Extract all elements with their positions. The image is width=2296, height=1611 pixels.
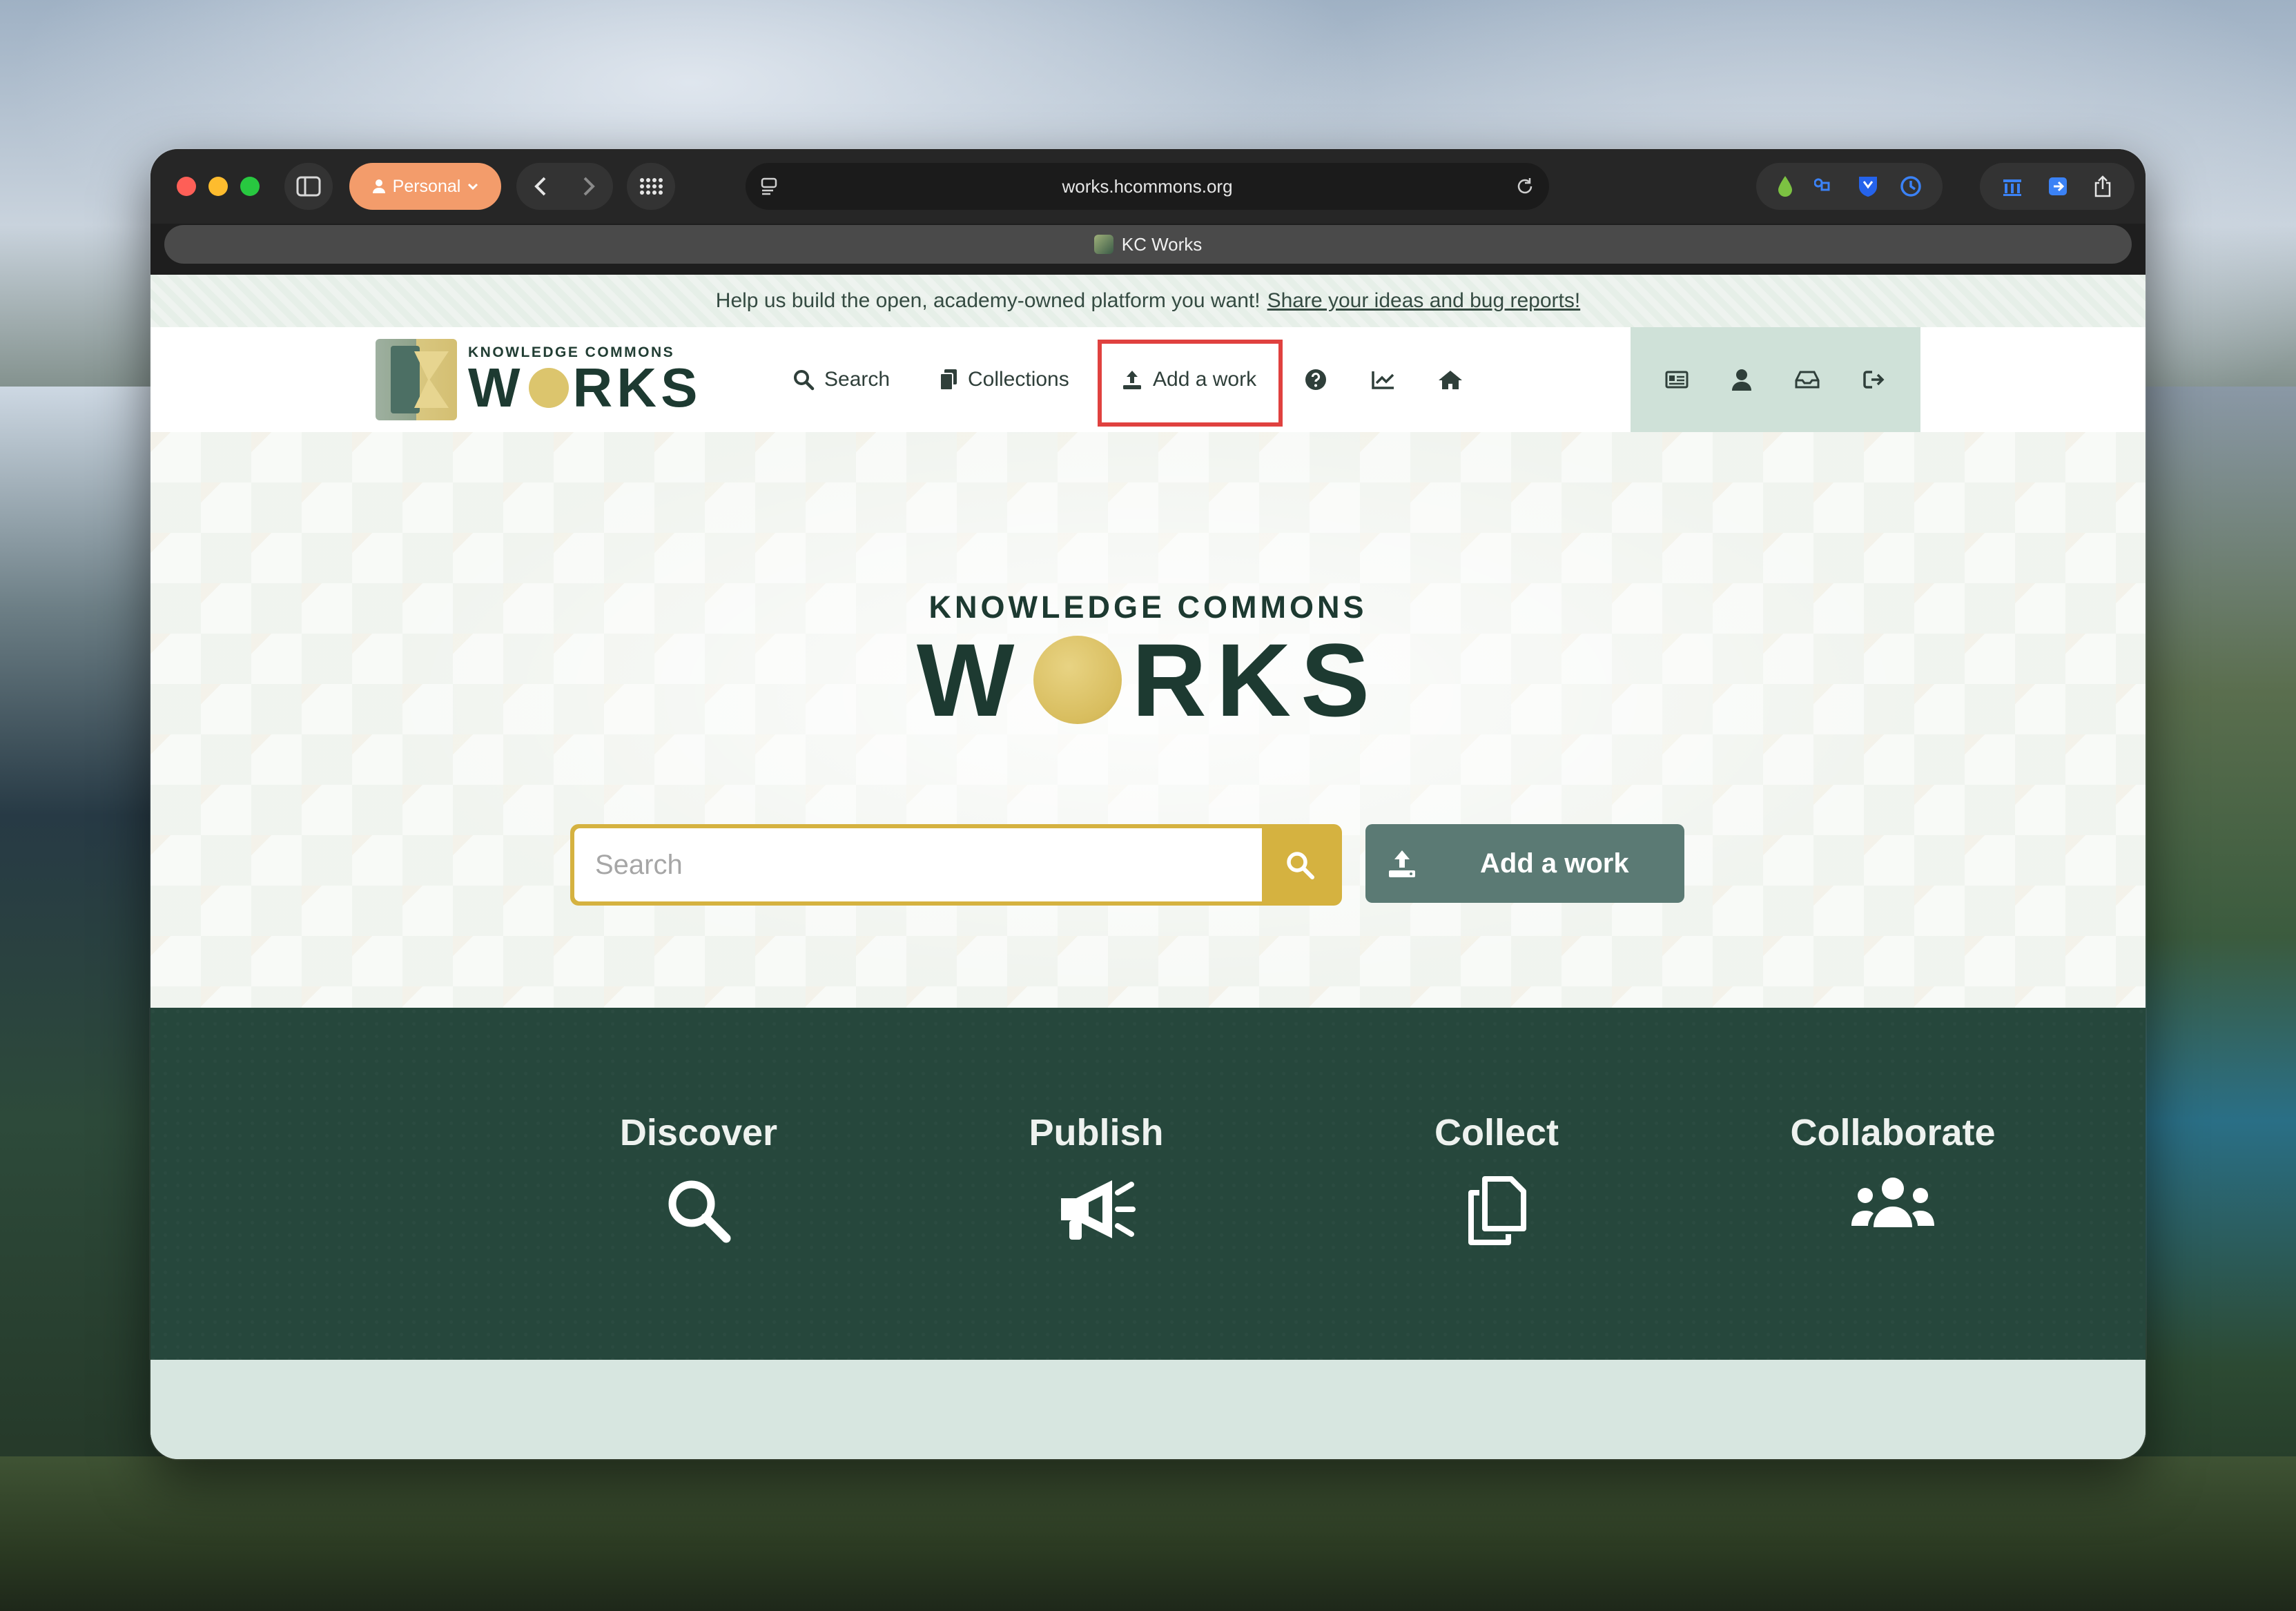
- feature-publish: Publish: [972, 1111, 1220, 1244]
- profile-button[interactable]: Personal: [349, 163, 501, 210]
- desktop-wallpaper-right: [2130, 387, 2296, 1611]
- address-bar[interactable]: works.hcommons.org: [746, 163, 1549, 210]
- person-icon: [372, 179, 385, 193]
- hero-logo: KNOWLEDGE COMMONS W RKS: [150, 589, 2146, 732]
- tab-bar: KC Works: [164, 225, 2132, 264]
- nav-collections[interactable]: Collections: [939, 362, 1069, 398]
- browser-window: Personal works.hcommons.org KC Works Hel…: [150, 149, 2146, 1459]
- reload-icon[interactable]: [1515, 176, 1535, 197]
- announcement-banner: Help us build the open, academy-owned pl…: [150, 275, 2146, 329]
- nav-home[interactable]: [1437, 362, 1463, 398]
- megaphone-icon: [1061, 1180, 1136, 1240]
- hero-search-input[interactable]: [574, 828, 1262, 901]
- user-icon[interactable]: [1731, 368, 1753, 391]
- shield-extension-icon[interactable]: [1857, 175, 1879, 198]
- close-window-button[interactable]: [177, 177, 196, 196]
- feature-collaborate: Collaborate: [1769, 1111, 2017, 1230]
- sync-extension-icon[interactable]: [1899, 175, 1923, 198]
- sidebar-toggle-button[interactable]: [284, 163, 333, 210]
- grid-icon: [640, 178, 663, 195]
- nav-search[interactable]: Search: [792, 362, 890, 398]
- desktop-wallpaper-bottom: [0, 1456, 2296, 1611]
- page-menu-icon[interactable]: [759, 176, 780, 197]
- hero-o-dot: [1033, 636, 1122, 724]
- banner-text: Help us build the open, academy-owned pl…: [715, 289, 1261, 312]
- feature-collect: Collect: [1372, 1111, 1621, 1247]
- tab-title[interactable]: KC Works: [1122, 234, 1203, 255]
- web-page: Help us build the open, academy-owned pl…: [150, 275, 2146, 1459]
- back-icon[interactable]: [534, 176, 547, 197]
- site-logo[interactable]: KNOWLEDGE COMMONS W RKS: [376, 338, 701, 421]
- inbox-icon[interactable]: [1794, 369, 1820, 390]
- zoom-window-button[interactable]: [240, 177, 260, 196]
- hero-wordmark: W RKS: [916, 622, 1380, 738]
- address-url: works.hcommons.org: [1062, 175, 1233, 197]
- logo-o-dot: [528, 368, 569, 408]
- copy-icon: [940, 369, 957, 391]
- command-extension-icon[interactable]: [1814, 175, 1836, 197]
- copy-icon: [1468, 1176, 1526, 1245]
- browser-toolbar: Personal works.hcommons.org: [150, 149, 2146, 224]
- hero-section: KNOWLEDGE COMMONS WRKS Add a work: [150, 432, 2146, 1008]
- forward-icon[interactable]: [582, 176, 596, 197]
- help-icon: [1305, 369, 1326, 390]
- tab-favicon: [1093, 235, 1113, 254]
- share-icon[interactable]: [2092, 175, 2113, 198]
- search-icon: [1287, 852, 1314, 879]
- desktop-wallpaper-left: [0, 387, 166, 1611]
- logo-wordmark: W RKS: [468, 357, 702, 418]
- nav-help[interactable]: [1305, 362, 1327, 398]
- features-section: Discover Publish Collect Collaborate: [150, 1008, 2146, 1360]
- home-icon: [1439, 371, 1462, 389]
- actions-group: [1980, 163, 2134, 210]
- search-icon: [794, 370, 815, 391]
- chart-line-icon: [1372, 371, 1394, 389]
- user-menu: [1631, 327, 1920, 432]
- drop-extension-icon[interactable]: [1776, 175, 1794, 198]
- id-card-icon[interactable]: [1665, 370, 1689, 389]
- hero-search-button[interactable]: [1262, 828, 1338, 901]
- hero-search-form: [570, 824, 1342, 906]
- add-work-highlight-box: [1098, 340, 1283, 427]
- minimize-window-button[interactable]: [208, 177, 228, 196]
- banner-feedback-link[interactable]: Share your ideas and bug reports!: [1267, 289, 1581, 313]
- chevron-down-icon: [468, 183, 478, 191]
- profile-label: Personal: [392, 176, 461, 196]
- search-icon: [668, 1180, 731, 1243]
- users-icon: [1851, 1178, 1934, 1227]
- upload-icon: [1389, 850, 1415, 877]
- hero-tagline: KNOWLEDGE COMMONS: [928, 589, 1368, 625]
- feature-discover: Discover: [574, 1111, 823, 1247]
- sign-out-icon[interactable]: [1862, 369, 1886, 390]
- extensions-group: [1756, 163, 1943, 210]
- hero-add-work-button[interactable]: Add a work: [1365, 824, 1684, 903]
- logo-k-mark: [376, 339, 457, 420]
- send-to-icon[interactable]: [2047, 175, 2069, 197]
- nav-stats[interactable]: [1371, 362, 1396, 398]
- site-header: KNOWLEDGE COMMONS W RKS Search Collection…: [150, 327, 2146, 432]
- history-nav: [516, 163, 613, 210]
- tab-overview-button[interactable]: [627, 163, 675, 210]
- next-section-strip: [150, 1360, 2146, 1459]
- library-icon[interactable]: [2001, 175, 2023, 197]
- sidebar-icon: [296, 176, 321, 197]
